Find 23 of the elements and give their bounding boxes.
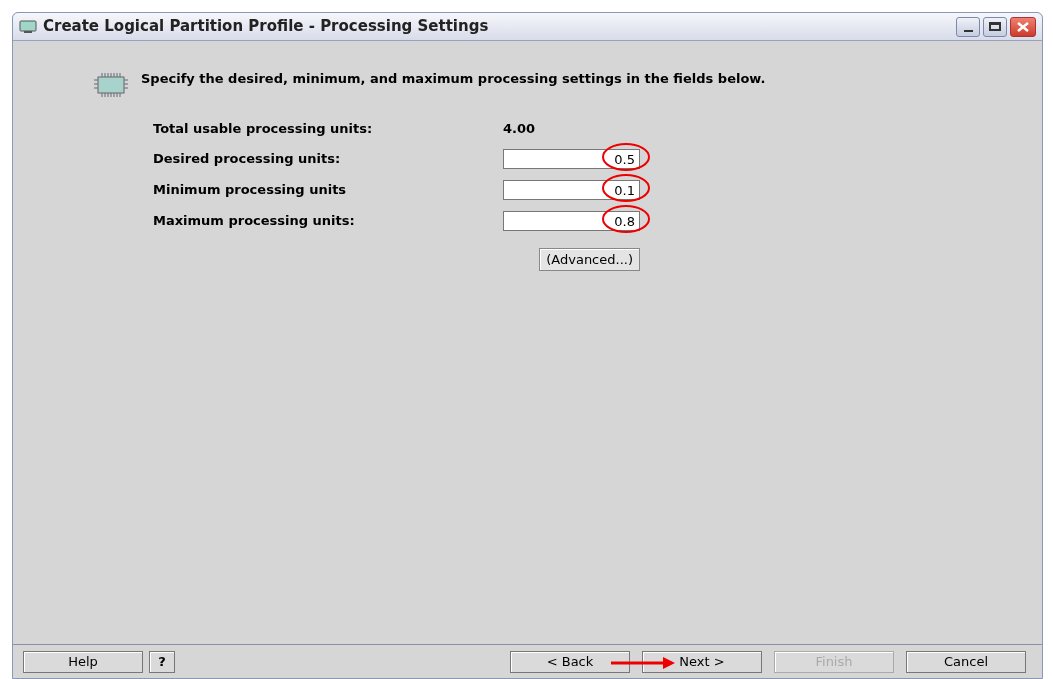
number-field[interactable]: 0.8 — [503, 211, 640, 231]
chip-icon — [93, 71, 129, 99]
total-value: 4.00 — [503, 120, 536, 139]
monitor-icon — [19, 19, 37, 34]
minimize-button[interactable] — [956, 16, 980, 37]
close-icon — [1017, 21, 1029, 32]
wizard-button[interactable]: Cancel — [906, 650, 1026, 673]
field-label: Total usable processing units: — [153, 120, 374, 139]
help-icon-button[interactable]: ? — [149, 650, 175, 673]
wizard-button[interactable]: < Back — [510, 650, 630, 673]
field-label: Desired processing units: — [153, 149, 342, 168]
advanced-button[interactable]: (Advanced...) — [539, 248, 640, 271]
wizard-button[interactable]: Next > — [642, 650, 762, 673]
window-title: Create Logical Partition Profile - Processing Settings — [43, 16, 489, 38]
number-field[interactable]: 0.5 — [503, 149, 640, 169]
instruction-text: Specify the desired, minimum, and maximum processing settings in the fields below. — [141, 70, 766, 88]
maximize-button[interactable] — [983, 16, 1007, 37]
annotation-arrow — [611, 657, 675, 669]
field-label: Minimum processing units — [153, 180, 348, 199]
close-button[interactable] — [1010, 16, 1036, 37]
number-field[interactable]: 0.1 — [503, 180, 640, 200]
field-label: Maximum processing units: — [153, 211, 356, 230]
wizard-button[interactable]: Help — [23, 650, 143, 673]
